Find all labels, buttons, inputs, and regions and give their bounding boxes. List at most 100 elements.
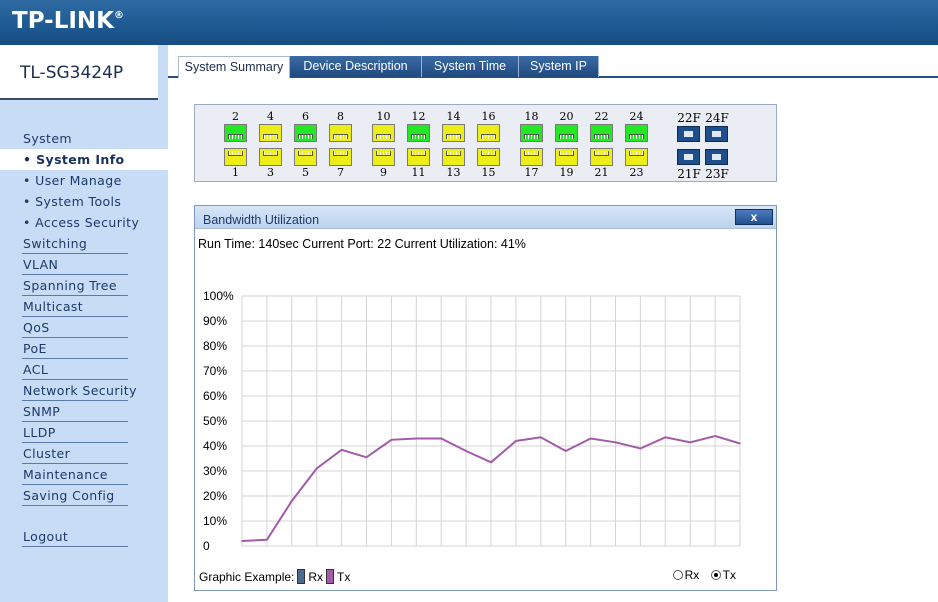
tx-radio-option[interactable]: Tx	[710, 568, 736, 582]
sidebar-item[interactable]: PoE	[0, 338, 168, 359]
sidebar-item[interactable]: LLDP	[0, 422, 168, 443]
port-12-icon[interactable]	[407, 124, 430, 142]
sidebar-item[interactable]: • User Manage	[0, 170, 168, 191]
port-3-icon[interactable]	[259, 148, 282, 166]
tab-system-summary[interactable]: System Summary	[178, 56, 290, 78]
rx-radio-option[interactable]: Rx	[672, 568, 699, 582]
utilization-chart: 100% 90% 80% 70% 60% 50% 40% 30% 20% 10% 0	[203, 289, 741, 553]
port-connector-graphic	[594, 134, 609, 139]
port-1-icon[interactable]	[224, 148, 247, 166]
tx-data-point	[415, 437, 418, 440]
port-connector-graphic	[263, 151, 278, 156]
tx-data-point	[315, 467, 318, 470]
sidebar-divider	[22, 505, 128, 506]
port-2-icon[interactable]	[224, 124, 247, 142]
port-18-icon[interactable]	[520, 124, 543, 142]
port-17-icon[interactable]	[520, 148, 543, 166]
sidebar-item-label: • User Manage	[23, 173, 122, 188]
port-4-icon[interactable]	[259, 124, 282, 142]
port-24-icon[interactable]	[625, 124, 648, 142]
logout-link[interactable]: Logout	[0, 526, 168, 547]
y-tick-label: 20%	[203, 489, 227, 503]
port-16-icon[interactable]	[477, 124, 500, 142]
sidebar-item-label: PoE	[23, 341, 47, 356]
tab-system-ip[interactable]: System IP	[519, 56, 599, 77]
sidebar-item[interactable]: Multicast	[0, 296, 168, 317]
tab-device-description[interactable]: Device Description	[290, 56, 422, 77]
sidebar-item[interactable]: QoS	[0, 317, 168, 338]
sidebar-item-label: SNMP	[23, 404, 61, 419]
sidebar-item[interactable]: • System Info	[0, 149, 168, 170]
port-5-icon[interactable]	[294, 148, 317, 166]
tx-swatch	[326, 569, 335, 584]
port-23-icon[interactable]	[625, 148, 648, 166]
port-number-label: 12	[411, 110, 426, 123]
sfp-port-label: 24F	[705, 111, 729, 125]
port-13-icon[interactable]	[442, 148, 465, 166]
tx-data-point	[714, 435, 716, 437]
sidebar-item[interactable]: ACL	[0, 359, 168, 380]
tx-radio[interactable]	[710, 570, 721, 580]
port-connector-graphic	[559, 151, 574, 156]
sidebar-item[interactable]: Network Security	[0, 380, 168, 401]
port-6-icon[interactable]	[294, 124, 317, 142]
port-20-icon[interactable]	[555, 124, 578, 142]
sfp-port-24F-icon[interactable]	[705, 126, 728, 142]
sidebar-item[interactable]: Cluster	[0, 443, 168, 464]
sfp-port-22F-icon[interactable]	[677, 126, 700, 142]
port-19-icon[interactable]	[555, 148, 578, 166]
sidebar-item[interactable]: • Access Security	[0, 212, 168, 233]
port-14-icon[interactable]	[442, 124, 465, 142]
port-7-icon[interactable]	[329, 148, 352, 166]
port-11-icon[interactable]	[407, 148, 430, 166]
port-number-label: 3	[267, 166, 274, 179]
sfp-port-23F-icon[interactable]	[705, 149, 728, 165]
tx-data-point	[589, 437, 592, 440]
model-name: TL-SG3424P	[20, 63, 124, 83]
port-10-icon[interactable]	[372, 124, 395, 142]
y-tick-label: 0	[203, 539, 210, 553]
port-21-icon[interactable]	[590, 148, 613, 166]
runtime-status: Run Time: 140sec Current Port: 22 Curren…	[198, 237, 526, 251]
sidebar-item-label: Saving Config	[23, 488, 115, 503]
port-number-label: 10	[376, 110, 391, 123]
sidebar-item[interactable]: VLAN	[0, 254, 168, 275]
sidebar-item-label: Cluster	[23, 446, 71, 461]
port-number-label: 8	[337, 110, 344, 123]
rx-radio[interactable]	[672, 570, 683, 580]
sfp-port-21F-icon[interactable]	[677, 149, 700, 165]
y-tick-label: 80%	[203, 339, 227, 353]
menu-spacer	[0, 506, 168, 526]
header-bar: TP-LINK®	[0, 0, 938, 45]
sidebar-item[interactable]: SNMP	[0, 401, 168, 422]
port-15-icon[interactable]	[477, 148, 500, 166]
port-8-icon[interactable]	[329, 124, 352, 142]
port-connector-graphic	[629, 151, 644, 156]
y-tick-label: 10%	[203, 514, 227, 528]
port-22-icon[interactable]	[590, 124, 613, 142]
tx-data-point	[564, 450, 567, 452]
port-9-icon[interactable]	[372, 148, 395, 166]
port-panel: 2 4 6 8 10 12 14 16 18 20 22 24 1 3 5 7 9 11 13 15 17 19 21 23 2…	[194, 104, 777, 182]
port-number-label: 13	[446, 166, 461, 179]
sidebar-item[interactable]: Saving Config	[0, 485, 168, 506]
bandwidth-panel: Bandwidth Utilization x Run Time: 140sec…	[194, 205, 777, 591]
sidebar-item[interactable]: Spanning Tree	[0, 275, 168, 296]
port-number-label: 20	[559, 110, 574, 123]
port-number-label: 9	[380, 166, 387, 179]
sidebar-menu: System • System Info • User Manage • System…	[0, 128, 168, 547]
port-number-label: 19	[559, 166, 574, 179]
sidebar-item[interactable]: System	[0, 128, 168, 149]
port-connector-graphic	[333, 151, 348, 156]
sidebar-item[interactable]: Switching	[0, 233, 168, 254]
tx-data-point	[440, 437, 442, 440]
tx-data-point	[340, 448, 343, 451]
sidebar-item-label: Maintenance	[23, 467, 108, 482]
tx-radio-label: Tx	[722, 568, 736, 582]
port-number-label: 21	[594, 166, 609, 179]
sidebar-item[interactable]: Maintenance	[0, 464, 168, 485]
port-connector-graphic	[411, 151, 426, 156]
close-button[interactable]: x	[735, 209, 773, 225]
tab-system-time[interactable]: System Time	[422, 56, 519, 77]
sidebar-item[interactable]: • System Tools	[0, 191, 168, 212]
